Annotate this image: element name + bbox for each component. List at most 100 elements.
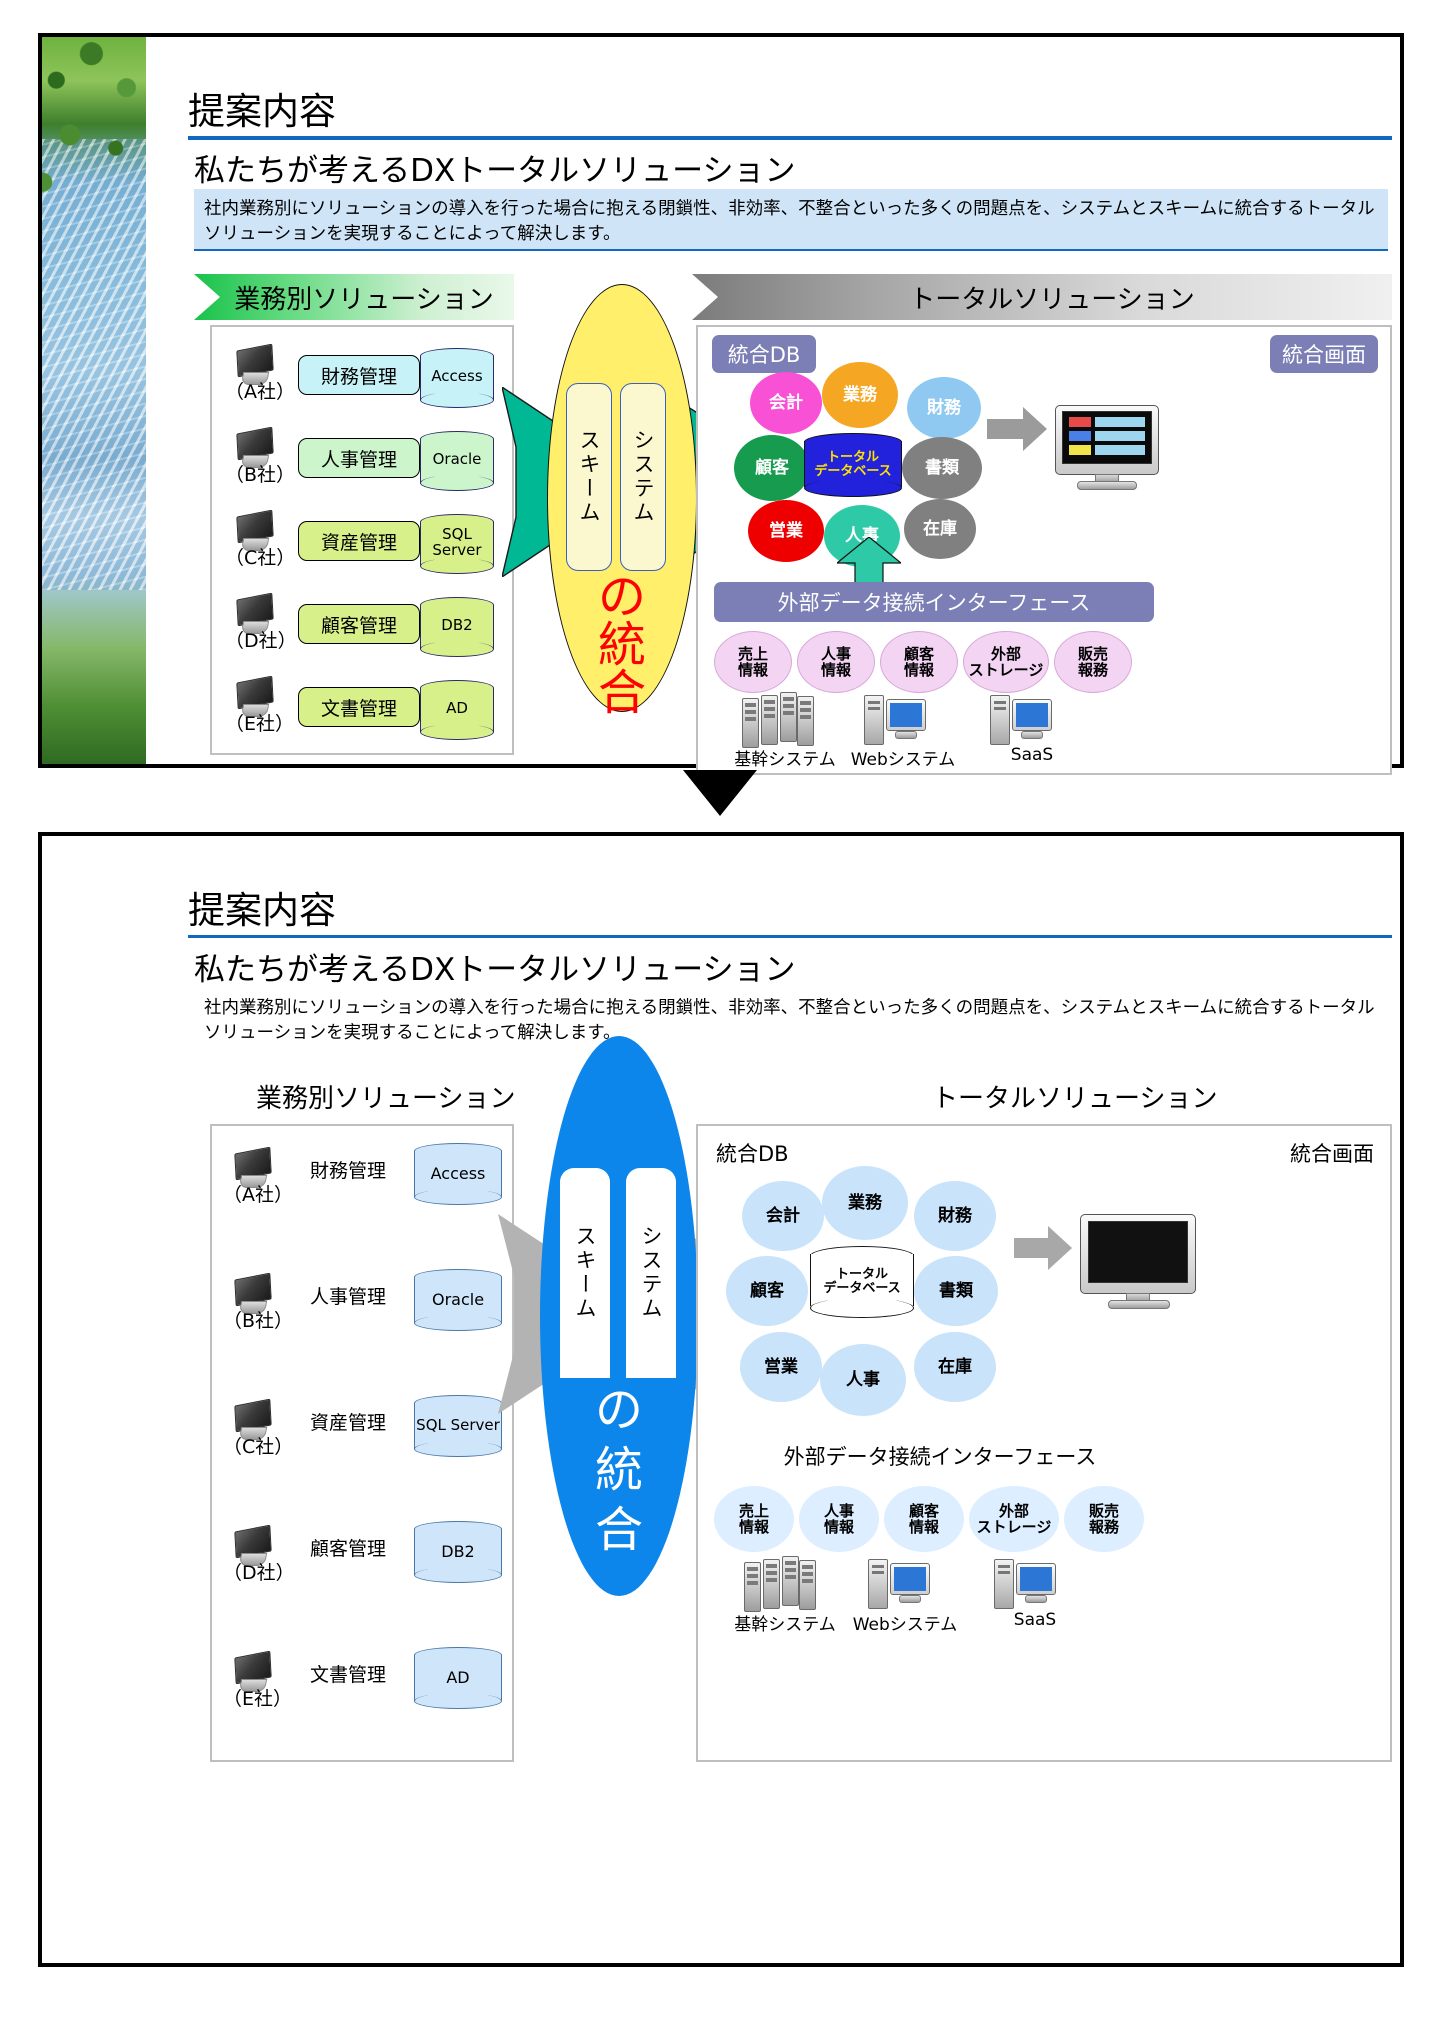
integration-text-3: 合 xyxy=(597,665,646,721)
page-subtitle-bottom: 私たちが考えるDXトータルソリューション xyxy=(194,952,796,988)
solution-text: 資産管理 xyxy=(310,1412,387,1434)
total-database-label: トータル データベース xyxy=(814,450,892,479)
integration-text-1: の xyxy=(597,569,646,625)
database-label: SQL Server xyxy=(432,525,482,559)
database-cylinder: Oracle xyxy=(420,431,494,491)
integrated-screen-tag: 統合画面 xyxy=(1270,335,1378,373)
domain-ellipse: 書類 xyxy=(914,1256,998,1326)
database-cylinder: Access xyxy=(420,348,494,408)
solution-box: 顧客管理 xyxy=(298,604,420,644)
database-label: Access xyxy=(431,367,483,386)
system-label: SaaS xyxy=(1013,1610,1057,1630)
source-ellipse: 人事 情報 xyxy=(799,1486,879,1552)
source-ellipse: 売上 情報 xyxy=(714,631,792,693)
domain-ellipse: 財務 xyxy=(914,1181,996,1251)
decorative-photo-strip xyxy=(42,37,146,764)
left-banner-top: 業務別ソリューション xyxy=(194,274,514,320)
domain-ellipse: 顧客 xyxy=(726,1256,808,1326)
source-ellipse: 顧客 情報 xyxy=(880,631,958,693)
system-label: 基幹システム xyxy=(734,750,836,770)
page-title-bottom: 提案内容 xyxy=(188,889,336,932)
system-pillar: システム xyxy=(626,1168,676,1378)
integration-text-3: 合 xyxy=(594,1502,643,1558)
server-stack-icon xyxy=(742,692,814,750)
solution-box: 人事管理 xyxy=(298,438,420,478)
description-text-top: 社内業務別にソリューションの導入を行った場合に抱える閉鎖性、非効率、不整合といっ… xyxy=(194,189,1388,251)
domain-ellipse: 人事 xyxy=(820,1344,906,1416)
page-subtitle-top: 私たちが考えるDXトータルソリューション xyxy=(194,153,796,189)
database-cylinder: SQL Server xyxy=(420,514,494,574)
scheme-pillar: スキーム xyxy=(566,383,612,571)
company-label: （E社） xyxy=(223,1688,293,1710)
upward-feed-arrow xyxy=(837,537,901,583)
source-ellipse: 販売 報務 xyxy=(1064,1486,1144,1552)
database-cylinder: SQL Server xyxy=(414,1395,502,1457)
title-rule-top xyxy=(188,136,1392,140)
integration-text-2: 統 xyxy=(594,1442,643,1498)
solution-text: 財務管理 xyxy=(310,1160,387,1182)
integration-text-1: の xyxy=(594,1382,643,1438)
integration-oval-bottom: スキーム システム の 統 合 xyxy=(540,1036,698,1596)
total-database-cylinder: トータル データベース xyxy=(804,433,902,497)
pc-monitor-icon xyxy=(864,692,926,750)
database-label: Access xyxy=(430,1163,486,1183)
source-ellipse: 人事 情報 xyxy=(797,631,875,693)
description-text-bottom: 社内業務別にソリューションの導入を行った場合に抱える閉鎖性、非効率、不整合といっ… xyxy=(194,988,1388,1050)
database-label: Oracle xyxy=(432,450,482,469)
database-label: SQL Server xyxy=(416,1416,500,1435)
right-banner-top: トータルソリューション xyxy=(692,274,1392,320)
integrated-screen-tag: 統合画面 xyxy=(1290,1142,1374,1166)
slide-bottom: 提案内容 私たちが考えるDXトータルソリューション 社内業務別にソリューションの… xyxy=(38,832,1404,1967)
source-ellipse: 顧客 情報 xyxy=(884,1486,964,1552)
database-cylinder: DB2 xyxy=(414,1521,502,1583)
system-label: SaaS xyxy=(1010,745,1054,765)
total-database-label: トータル データベース xyxy=(823,1267,901,1296)
database-cylinder: Access xyxy=(414,1143,502,1205)
integrated-db-tag: 統合DB xyxy=(716,1142,789,1166)
company-label: （C社） xyxy=(225,547,296,569)
company-label: （C社） xyxy=(223,1436,294,1458)
integration-text-2: 統 xyxy=(597,617,646,673)
pc-monitor-icon xyxy=(994,1556,1056,1614)
database-cylinder: AD xyxy=(420,680,494,740)
database-cylinder: AD xyxy=(414,1647,502,1709)
domain-ellipse: 在庫 xyxy=(904,499,976,559)
chevron-down-icon xyxy=(683,770,757,816)
database-label: DB2 xyxy=(441,616,473,635)
company-label: （D社） xyxy=(223,1562,295,1584)
company-label: （A社） xyxy=(223,1184,293,1206)
scheme-pillar: スキーム xyxy=(560,1168,610,1378)
solution-text: 文書管理 xyxy=(310,1664,387,1686)
solution-text: 顧客管理 xyxy=(310,1538,387,1560)
domain-ellipse: 顧客 xyxy=(734,435,810,501)
domain-ellipse: 業務 xyxy=(822,362,898,428)
page-title-top: 提案内容 xyxy=(188,90,336,133)
company-label: （A社） xyxy=(225,381,295,403)
database-label: AD xyxy=(446,1667,470,1687)
system-label: Webシステム xyxy=(850,750,956,770)
domain-ellipse: 営業 xyxy=(748,500,824,562)
system-label: Webシステム xyxy=(852,1615,958,1635)
server-stack-icon xyxy=(744,1556,816,1614)
solution-box: 財務管理 xyxy=(298,355,420,395)
integrated-screen-monitor xyxy=(1055,405,1159,491)
integrated-db-tag: 統合DB xyxy=(712,335,816,373)
company-label: （B社） xyxy=(223,1310,294,1332)
domain-ellipse: 営業 xyxy=(740,1332,822,1402)
to-display-arrow xyxy=(987,407,1047,451)
solution-box: 資産管理 xyxy=(298,521,420,561)
interface-bar-top: 外部データ接続インターフェース xyxy=(714,582,1154,622)
database-label: DB2 xyxy=(441,1541,475,1561)
database-cylinder: Oracle xyxy=(414,1269,502,1331)
database-cylinder: DB2 xyxy=(420,597,494,657)
slide-top: 提案内容 私たちが考えるDXトータルソリューション 社内業務別にソリューションの… xyxy=(38,33,1404,775)
pc-monitor-icon xyxy=(990,692,1052,750)
pc-monitor-icon xyxy=(868,1556,930,1614)
source-ellipse: 販売 報務 xyxy=(1054,631,1132,693)
source-ellipse: 売上 情報 xyxy=(714,1486,794,1552)
domain-ellipse: 財務 xyxy=(907,377,981,439)
to-display-arrow xyxy=(1014,1226,1072,1270)
company-label: （D社） xyxy=(225,630,297,652)
system-pillar: システム xyxy=(620,383,666,571)
source-ellipse: 外部 ストレージ xyxy=(969,1486,1059,1552)
